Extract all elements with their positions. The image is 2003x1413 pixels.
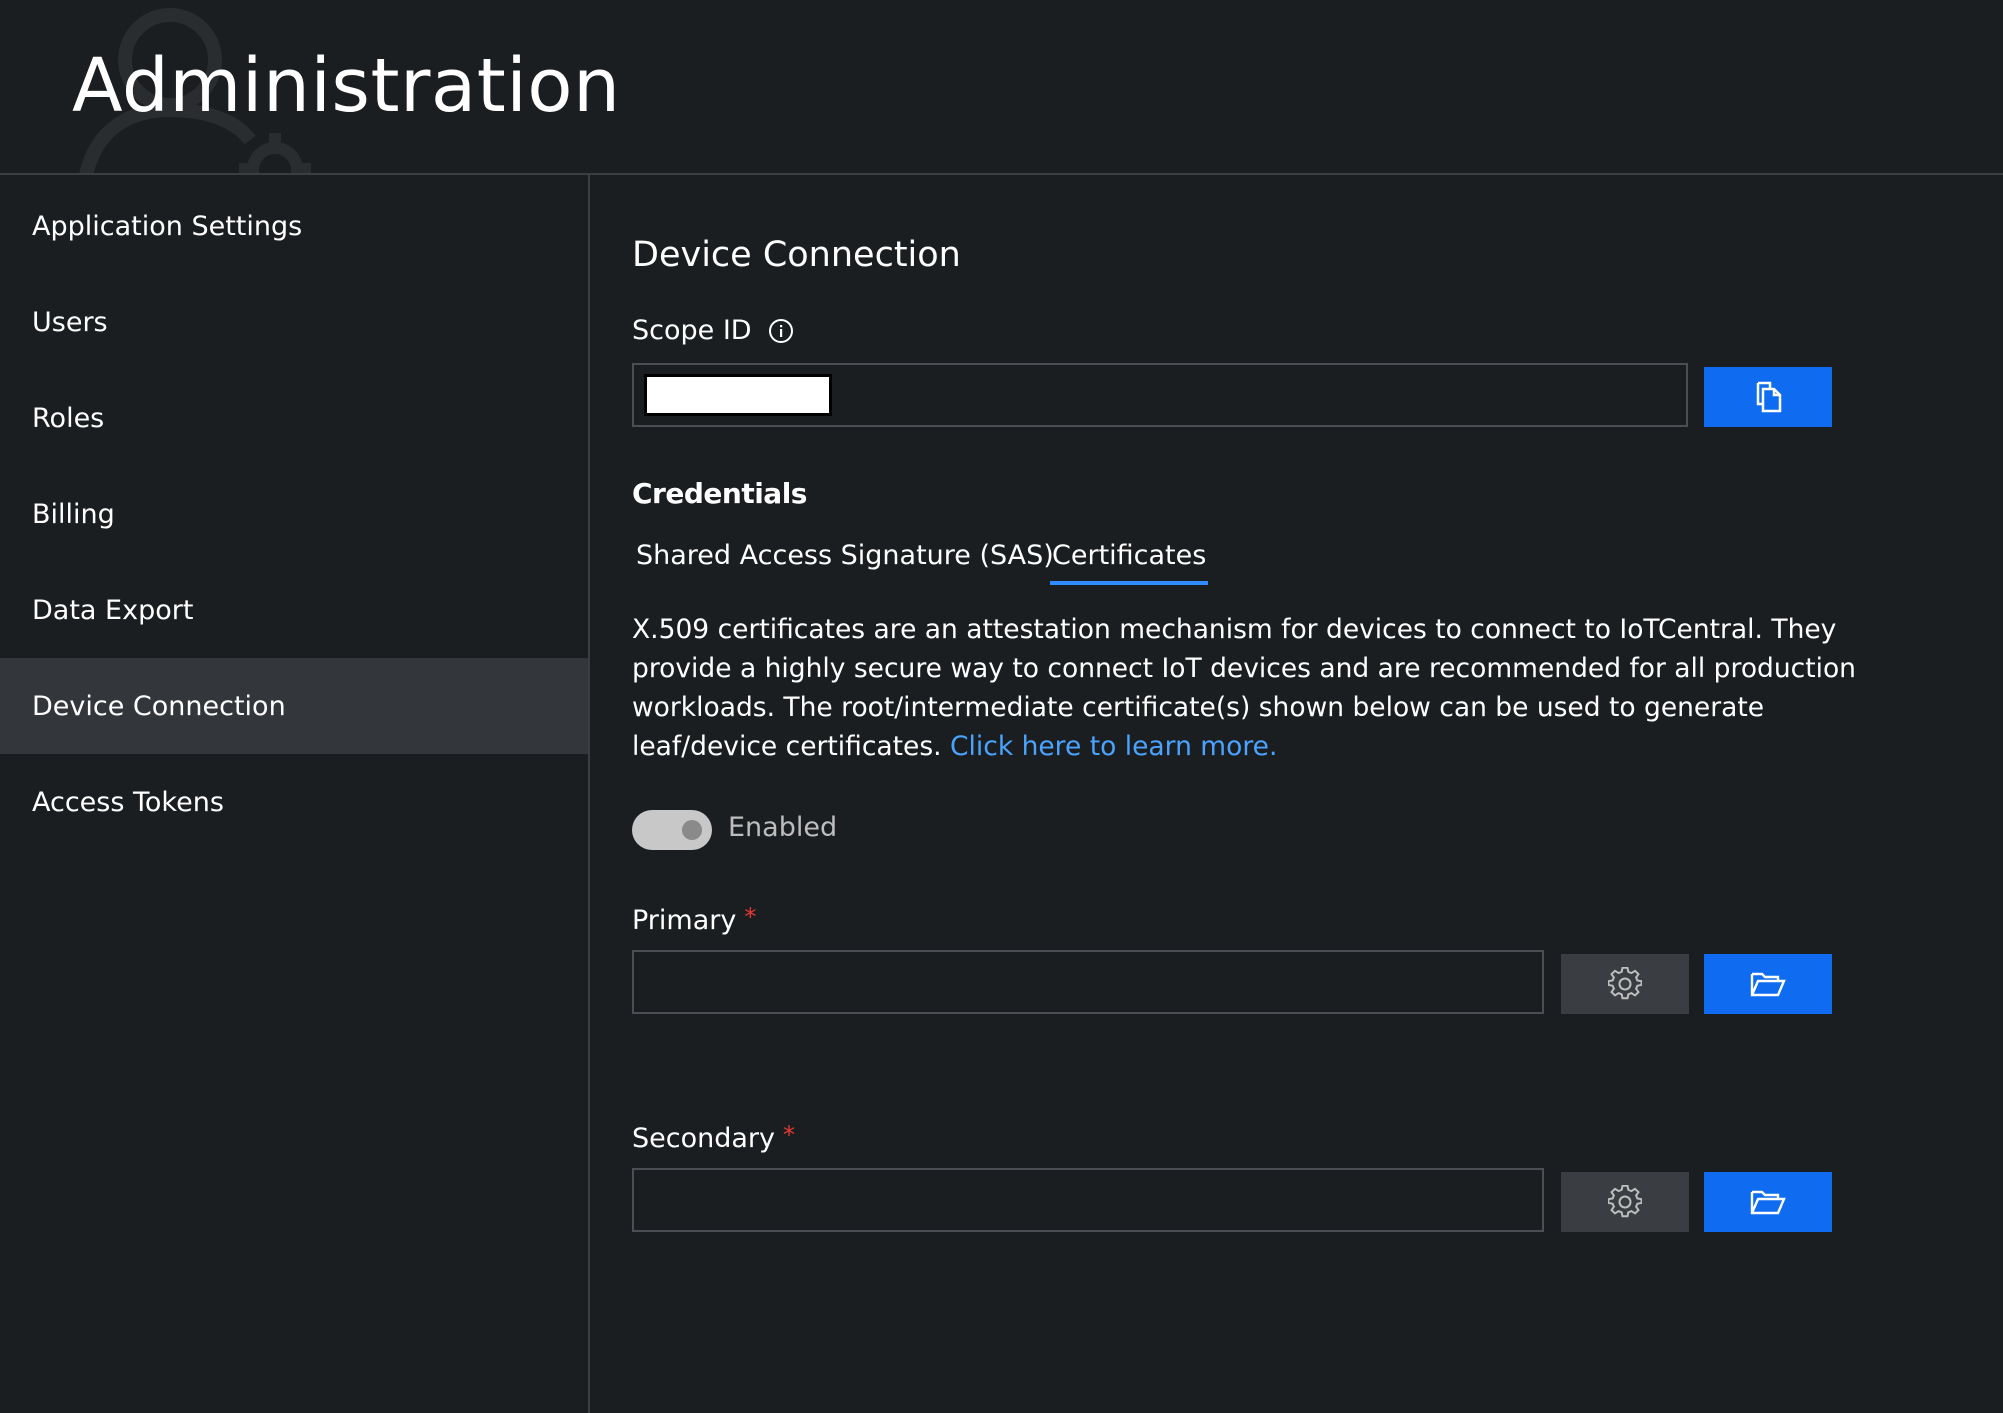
sidebar-item-device-connection[interactable]: Device Connection: [0, 658, 588, 754]
primary-certificate-input[interactable]: [632, 950, 1544, 1014]
tab-sas[interactable]: Shared Access Signature (SAS): [634, 540, 1056, 581]
primary-required-marker: *: [744, 902, 757, 931]
certificates-description: X.509 certificates are an attestation me…: [632, 610, 1872, 766]
secondary-certificate-input[interactable]: [632, 1168, 1544, 1232]
primary-browse-button[interactable]: [1704, 954, 1832, 1014]
secondary-required-marker: *: [783, 1120, 795, 1149]
copy-scope-id-button[interactable]: [1704, 367, 1832, 427]
scope-id-label-row: Scope ID: [632, 315, 794, 346]
credentials-heading: Credentials: [632, 477, 807, 510]
copy-icon: [1756, 381, 1782, 413]
folder-open-icon: [1750, 1190, 1786, 1215]
info-icon[interactable]: [768, 318, 794, 344]
primary-label-row: Primary *: [632, 902, 757, 937]
secondary-label-row: Secondary *: [632, 1120, 795, 1155]
sidebar-item-data-export[interactable]: Data Export: [0, 562, 588, 658]
sidebar-item-access-tokens[interactable]: Access Tokens: [0, 754, 588, 850]
folder-open-icon: [1750, 972, 1786, 997]
sidebar-item-application-settings[interactable]: Application Settings: [0, 178, 588, 274]
enabled-toggle[interactable]: [632, 810, 712, 850]
sidebar-item-users[interactable]: Users: [0, 274, 588, 370]
page-header: Administration: [0, 0, 2003, 175]
tab-certificates[interactable]: Certificates: [1050, 540, 1209, 585]
secondary-settings-button[interactable]: [1561, 1172, 1689, 1232]
secondary-label: Secondary: [632, 1123, 775, 1154]
scope-id-input[interactable]: [632, 363, 1688, 427]
gear-icon: [1608, 967, 1642, 1000]
primary-settings-button[interactable]: [1561, 954, 1689, 1014]
section-title: Device Connection: [632, 235, 961, 275]
toggle-knob: [682, 820, 702, 840]
enabled-label: Enabled: [728, 812, 838, 843]
scope-id-redacted-value: [644, 374, 832, 416]
sidebar-item-billing[interactable]: Billing: [0, 466, 588, 562]
sidebar-nav: Application Settings Users Roles Billing…: [0, 175, 590, 1413]
secondary-browse-button[interactable]: [1704, 1172, 1832, 1232]
gear-icon: [1608, 1185, 1642, 1218]
sidebar-item-roles[interactable]: Roles: [0, 370, 588, 466]
learn-more-link[interactable]: Click here to learn more.: [950, 731, 1277, 762]
primary-label: Primary: [632, 905, 737, 936]
scope-id-label: Scope ID: [632, 315, 752, 346]
page-title: Administration: [72, 43, 621, 129]
